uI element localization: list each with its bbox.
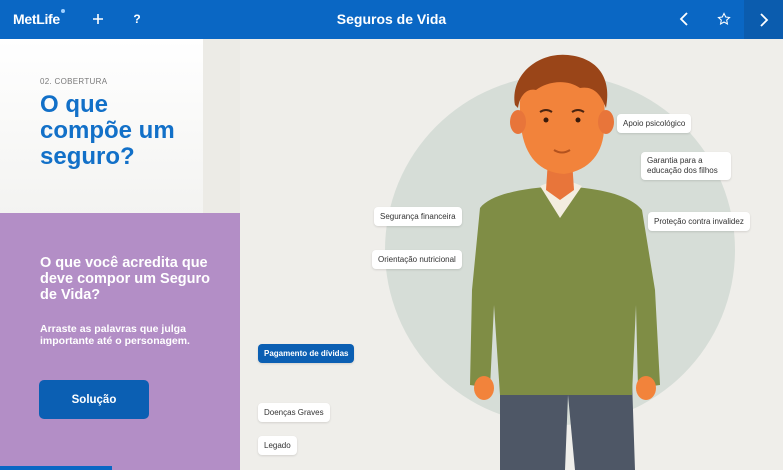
- logo-accent-dot: [61, 9, 65, 13]
- word-seguranca-financeira[interactable]: Segurança financeira: [374, 207, 462, 226]
- section-label: 02. COBERTURA: [40, 77, 108, 86]
- question-text: O que você acredita que deve compor um S…: [40, 255, 211, 303]
- word-orientacao-nutricional[interactable]: Orientação nutricional: [372, 250, 462, 269]
- character-left-ear: [510, 110, 526, 134]
- character-sweater: [470, 186, 660, 395]
- plus-icon[interactable]: [87, 8, 109, 30]
- section-heading: O que compõe um seguro?: [40, 91, 175, 170]
- word-protecao-invalidez[interactable]: Proteção contra invalidez: [648, 212, 750, 231]
- top-bar: MetLife ? Seguros de Vida: [0, 0, 783, 39]
- stage-background: [203, 39, 240, 214]
- word-doencas-graves[interactable]: Doenças Graves: [258, 403, 330, 422]
- progress-strip: [0, 466, 112, 470]
- metlife-logo[interactable]: MetLife: [13, 11, 60, 27]
- word-garantia-educacao[interactable]: Garantia para a educação dos filhos: [641, 152, 731, 180]
- next-button[interactable]: [744, 0, 783, 39]
- solution-button[interactable]: Solução: [39, 380, 149, 419]
- character-left-hand: [474, 376, 494, 400]
- instruction-text: Arraste as palavras que julga importante…: [40, 323, 190, 347]
- word-legado[interactable]: Legado: [258, 436, 297, 455]
- question-icon[interactable]: ?: [126, 8, 148, 30]
- star-icon[interactable]: [713, 8, 735, 30]
- chevron-left-icon[interactable]: [673, 8, 695, 30]
- chevron-right-icon: [759, 12, 768, 27]
- word-apoio-psicologico[interactable]: Apoio psicológico: [617, 114, 692, 133]
- word-pagamento-dividas[interactable]: Pagamento de dívidas: [258, 344, 355, 363]
- page-title: Seguros de Vida: [336, 11, 447, 27]
- character-right-ear: [598, 110, 614, 134]
- character-right-hand: [636, 376, 656, 400]
